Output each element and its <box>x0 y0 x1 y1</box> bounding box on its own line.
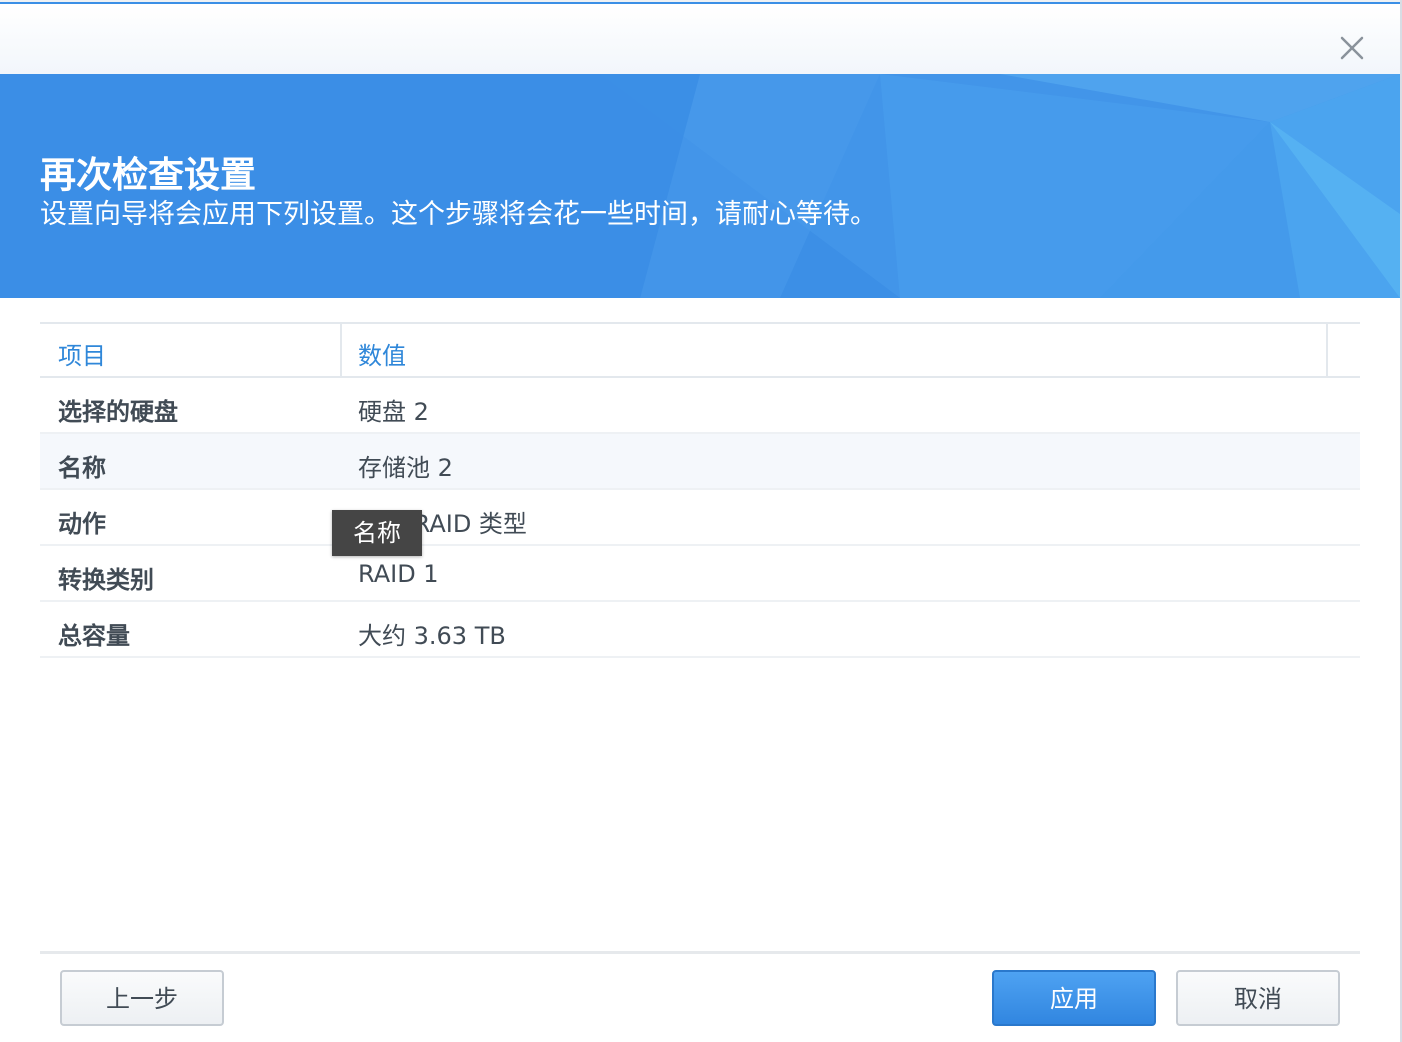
column-header-item[interactable]: 项目 <box>58 336 106 371</box>
table-row[interactable]: 总容量 大约 3.63 TB <box>40 602 1360 658</box>
column-divider[interactable] <box>340 324 342 378</box>
tooltip: 名称 <box>332 510 422 556</box>
row-value: 存储池 2 <box>358 454 453 482</box>
table-row[interactable]: 选择的硬盘 硬盘 2 <box>40 378 1360 434</box>
row-key: 名称 <box>58 454 106 482</box>
cancel-button[interactable]: 取消 <box>1176 970 1340 1026</box>
close-icon <box>1340 36 1364 60</box>
row-key: 动作 <box>58 510 106 538</box>
table-header: 项目 数值 <box>40 324 1360 378</box>
back-button[interactable]: 上一步 <box>60 970 224 1026</box>
table-row[interactable]: 转换类别 RAID 1 <box>40 546 1360 602</box>
background-window-strip <box>0 0 1402 4</box>
page-subtitle: 设置向导将会应用下列设置。这个步骤将会花一些时间，请耐心等待。 <box>40 199 877 230</box>
footer-divider <box>40 951 1360 954</box>
column-header-value[interactable]: 数值 <box>358 336 406 371</box>
close-button[interactable] <box>1334 30 1370 66</box>
row-key: 总容量 <box>58 622 130 650</box>
dialog-titlebar <box>0 6 1400 74</box>
row-value: 硬盘 2 <box>358 398 429 426</box>
row-key: 选择的硬盘 <box>58 398 178 426</box>
wizard-banner: 再次检查设置 设置向导将会应用下列设置。这个步骤将会花一些时间，请耐心等待。 <box>0 74 1400 298</box>
row-value: RAID 1 <box>358 560 439 588</box>
apply-button[interactable]: 应用 <box>992 970 1156 1026</box>
row-value: 大约 3.63 TB <box>358 622 506 650</box>
review-settings-dialog: 再次检查设置 设置向导将会应用下列设置。这个步骤将会花一些时间，请耐心等待。 项… <box>0 0 1402 1042</box>
row-key: 转换类别 <box>58 566 154 594</box>
table-row[interactable]: 动作 更改 RAID 类型 <box>40 490 1360 546</box>
table-row[interactable]: 名称 存储池 2 <box>40 434 1360 490</box>
column-divider[interactable] <box>1326 324 1328 378</box>
settings-summary-table: 项目 数值 选择的硬盘 硬盘 2 名称 存储池 2 动作 更改 RAID 类型 … <box>40 322 1360 658</box>
page-title: 再次检查设置 <box>40 155 257 196</box>
